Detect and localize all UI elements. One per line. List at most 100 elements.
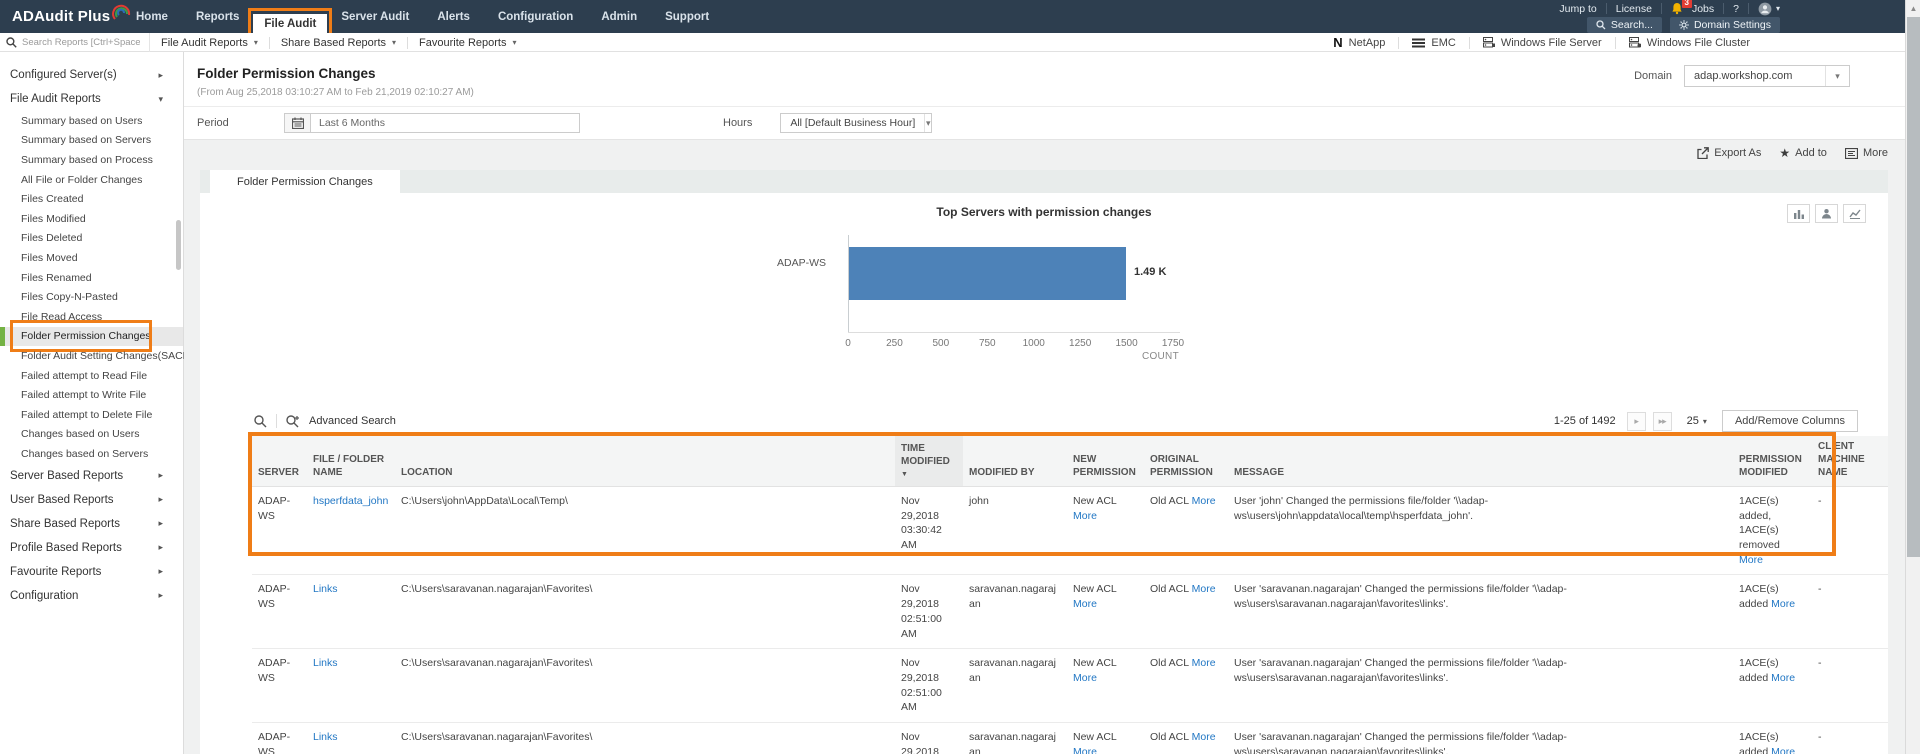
sidebar-item-changes-based-on-servers[interactable]: Changes based on Servers: [0, 444, 183, 464]
sidebar-item-all-file-or-folder-changes[interactable]: All File or Folder Changes: [0, 170, 183, 190]
app-logo[interactable]: ADAudit Plus: [12, 0, 132, 33]
col-client-machine-name[interactable]: CLIENT MACHINE NAME: [1812, 436, 1888, 487]
sidebar-item-summary-based-on-users[interactable]: Summary based on Users: [0, 111, 183, 131]
file-folder-link[interactable]: Links: [313, 657, 338, 669]
sidebar-item-configuration[interactable]: Configuration ▸: [0, 584, 183, 608]
help-link[interactable]: ?: [1733, 3, 1739, 15]
bar-chart-icon[interactable]: [1787, 204, 1810, 223]
scrollbar-thumb[interactable]: [1907, 17, 1920, 557]
more-link[interactable]: More: [1073, 746, 1097, 754]
domain-select[interactable]: adap.workshop.com ▾: [1684, 65, 1850, 87]
menu-favourite-reports[interactable]: Favourite Reports ▾: [408, 37, 527, 49]
server-type-netapp[interactable]: N NetApp: [1320, 36, 1400, 49]
last-page-button[interactable]: ▸▸: [1652, 411, 1672, 431]
jobs-link[interactable]: Jobs: [1692, 3, 1714, 15]
period-input[interactable]: [311, 113, 580, 133]
server-type-windows-file-cluster[interactable]: Windows File Cluster: [1616, 37, 1763, 49]
sidebar-item-share-based-reports[interactable]: Share Based Reports ▸: [0, 512, 183, 536]
col-message[interactable]: MESSAGE: [1228, 436, 1733, 487]
server-type-emc[interactable]: EMC: [1399, 36, 1470, 49]
page-size-select[interactable]: 25 ▾: [1687, 415, 1707, 427]
sidebar-item-favourite-reports[interactable]: Favourite Reports ▸: [0, 560, 183, 584]
sidebar-item-changes-based-on-users[interactable]: Changes based on Users: [0, 425, 183, 445]
sidebar-item-files-created[interactable]: Files Created: [0, 189, 183, 209]
nav-admin[interactable]: Admin: [587, 0, 651, 33]
more-link[interactable]: More: [1192, 657, 1216, 669]
nav-file-audit[interactable]: File Audit: [248, 8, 333, 36]
file-folder-link[interactable]: Links: [313, 583, 338, 595]
add-remove-columns-button[interactable]: Add/Remove Columns: [1721, 410, 1858, 432]
sidebar-item-files-renamed[interactable]: Files Renamed: [0, 268, 183, 288]
sidebar-item-summary-based-on-process[interactable]: Summary based on Process: [0, 150, 183, 170]
sidebar-item-failed-attempt-read[interactable]: Failed attempt to Read File: [0, 366, 183, 386]
more-button[interactable]: More: [1844, 147, 1888, 159]
sidebar-item-files-deleted[interactable]: Files Deleted: [0, 229, 183, 249]
search-reports-input[interactable]: [22, 37, 140, 48]
jump-to-link[interactable]: Jump to: [1559, 3, 1596, 15]
nav-server-audit[interactable]: Server Audit: [327, 0, 423, 33]
nav-support[interactable]: Support: [651, 0, 723, 33]
nav-home[interactable]: Home: [122, 0, 182, 33]
license-link[interactable]: License: [1616, 3, 1652, 15]
global-search-button[interactable]: Search...: [1586, 16, 1662, 33]
sidebar-item-failed-attempt-write[interactable]: Failed attempt to Write File: [0, 385, 183, 405]
sidebar-item-summary-based-on-servers[interactable]: Summary based on Servers: [0, 131, 183, 151]
search-reports-box[interactable]: [0, 33, 150, 52]
nav-reports[interactable]: Reports: [182, 0, 253, 33]
nav-configuration[interactable]: Configuration: [484, 0, 587, 33]
menu-share-based-reports[interactable]: Share Based Reports ▾: [270, 36, 409, 49]
col-new-permission[interactable]: NEW PERMISSION: [1067, 436, 1144, 487]
file-folder-link[interactable]: hsperfdata_john: [313, 495, 388, 507]
sidebar-item-file-audit-reports[interactable]: File Audit Reports ▾: [0, 87, 183, 111]
more-link[interactable]: More: [1073, 510, 1097, 522]
more-link[interactable]: More: [1771, 672, 1795, 684]
advanced-search-icon[interactable]: [286, 414, 300, 428]
sidebar-item-file-read-access[interactable]: File Read Access: [0, 307, 183, 327]
more-link[interactable]: More: [1192, 731, 1216, 743]
more-link[interactable]: More: [1739, 554, 1763, 566]
next-page-button[interactable]: ▸: [1626, 411, 1646, 431]
nav-alerts[interactable]: Alerts: [423, 0, 484, 33]
sidebar-item-user-based-reports[interactable]: User Based Reports ▸: [0, 488, 183, 512]
line-chart-icon[interactable]: [1843, 204, 1866, 223]
advanced-search-link[interactable]: Advanced Search: [309, 415, 396, 427]
more-link[interactable]: More: [1073, 598, 1097, 610]
sidebar-item-server-based-reports[interactable]: Server Based Reports ▸: [0, 464, 183, 488]
sidebar-item-folder-audit-setting-changes[interactable]: Folder Audit Setting Changes(SACL): [0, 346, 192, 366]
col-time-modified[interactable]: TIME MODIFIED ▼: [895, 436, 963, 487]
user-menu[interactable]: ▾: [1758, 2, 1780, 16]
domain-settings-button[interactable]: Domain Settings: [1669, 16, 1780, 33]
hours-select[interactable]: All [Default Business Hour] ▾: [780, 113, 933, 133]
more-link[interactable]: More: [1073, 672, 1097, 684]
col-original-permission[interactable]: ORIGINAL PERMISSION: [1144, 436, 1228, 487]
sidebar-item-profile-based-reports[interactable]: Profile Based Reports ▸: [0, 536, 183, 560]
col-permission-modified[interactable]: PERMISSION MODIFIED: [1733, 436, 1812, 487]
col-modified-by[interactable]: MODIFIED BY: [963, 436, 1067, 487]
chart-bar[interactable]: [849, 247, 1126, 300]
more-link[interactable]: More: [1771, 746, 1795, 754]
menu-file-audit-reports[interactable]: File Audit Reports ▾: [150, 36, 270, 49]
more-link[interactable]: More: [1192, 583, 1216, 595]
more-link[interactable]: More: [1192, 495, 1216, 507]
col-location[interactable]: LOCATION: [395, 436, 895, 487]
sidebar-item-files-copy-n-pasted[interactable]: Files Copy-N-Pasted: [0, 287, 183, 307]
more-link[interactable]: More: [1771, 598, 1795, 610]
search-icon[interactable]: [254, 414, 267, 428]
sidebar-item-configured-servers[interactable]: Configured Server(s) ▸: [0, 63, 183, 87]
sidebar-item-failed-attempt-delete[interactable]: Failed attempt to Delete File: [0, 405, 183, 425]
sidebar-item-folder-permission-changes[interactable]: Folder Permission Changes: [0, 319, 183, 352]
col-file-folder-name[interactable]: FILE / FOLDER NAME: [307, 436, 395, 487]
export-as-button[interactable]: Export As: [1697, 147, 1761, 159]
sidebar-item-files-modified[interactable]: Files Modified: [0, 209, 183, 229]
user-summary-icon[interactable]: [1815, 204, 1838, 223]
server-type-windows-file-server[interactable]: Windows File Server: [1470, 36, 1616, 49]
notifications-button[interactable]: 3: [1671, 0, 1692, 15]
sidebar-item-files-moved[interactable]: Files Moved: [0, 248, 183, 268]
add-to-button[interactable]: ★ Add to: [1779, 147, 1827, 159]
tab-folder-permission-changes[interactable]: Folder Permission Changes: [210, 170, 400, 193]
calendar-button[interactable]: [284, 113, 311, 133]
sidebar-scrollbar[interactable]: [176, 220, 181, 270]
page-scrollbar[interactable]: ▲: [1905, 0, 1920, 754]
file-folder-link[interactable]: Links: [313, 731, 338, 743]
scroll-up-arrow[interactable]: ▲: [1906, 0, 1920, 16]
